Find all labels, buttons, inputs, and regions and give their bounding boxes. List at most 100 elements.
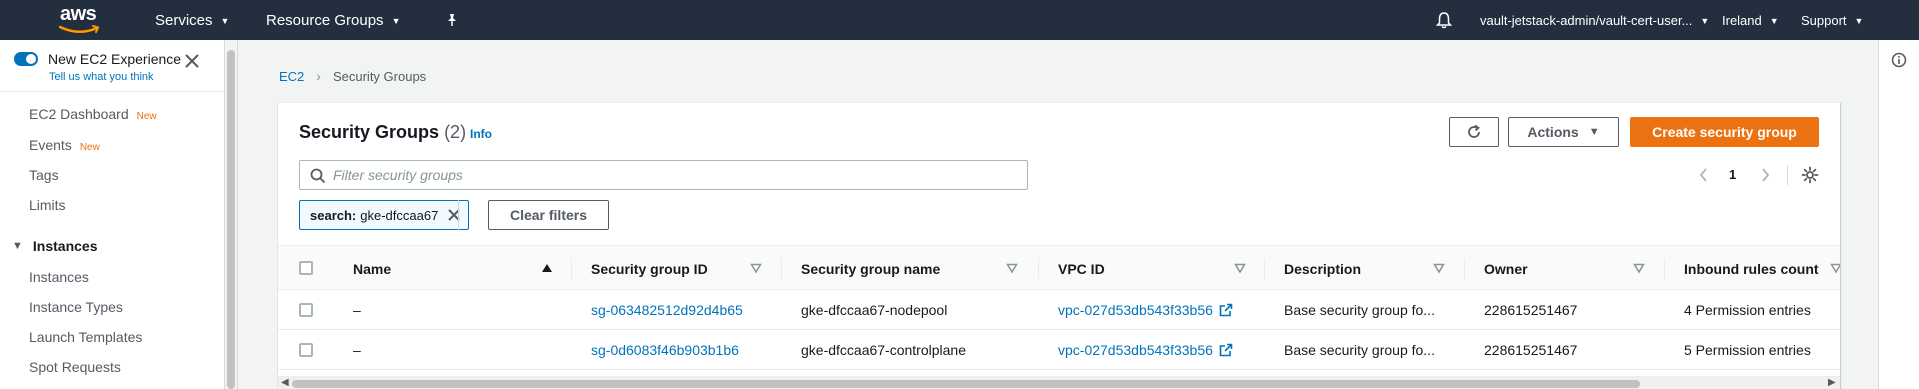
sort-ascending-icon[interactable] xyxy=(541,262,553,274)
sidebar-section-label: Instances xyxy=(32,238,98,254)
resource-groups-menu[interactable]: Resource Groups ▼ xyxy=(266,0,400,40)
help-panel-rail xyxy=(1878,40,1919,389)
cell-description: Base security group fo... xyxy=(1284,342,1435,358)
scroll-left-icon[interactable]: ◀ xyxy=(281,377,289,388)
cell-description: Base security group fo... xyxy=(1284,302,1435,318)
cell-security-group-name: gke-dfccaa67-controlplane xyxy=(801,342,966,358)
info-icon[interactable] xyxy=(1891,52,1907,68)
column-header-description[interactable]: Description xyxy=(1284,246,1361,291)
info-link[interactable]: Info xyxy=(470,127,492,141)
sidebar-item-label: EC2 Dashboard xyxy=(29,106,129,122)
sidebar-item-limits[interactable]: Limits xyxy=(29,197,66,213)
table-horizontal-scrollbar[interactable]: ◀ ▶ xyxy=(278,376,1840,389)
close-icon[interactable] xyxy=(183,52,201,70)
resource-groups-label: Resource Groups xyxy=(266,11,384,29)
region-menu[interactable]: Ireland ▼ xyxy=(1722,0,1779,40)
column-divider[interactable] xyxy=(1464,258,1465,279)
sort-icon[interactable] xyxy=(750,262,762,274)
sort-icon[interactable] xyxy=(1006,262,1018,274)
cell-owner: 228615251467 xyxy=(1484,302,1578,318)
sort-icon[interactable] xyxy=(1234,262,1246,274)
sort-icon[interactable] xyxy=(1433,262,1445,274)
column-header-security-group-name[interactable]: Security group name xyxy=(801,246,940,291)
filter-divider xyxy=(458,200,459,230)
chevron-right-icon: › xyxy=(316,68,321,84)
cell-security-group-id[interactable]: sg-0d6083f46b903b1b6 xyxy=(591,330,739,370)
account-menu[interactable]: vault-jetstack-admin/vault-cert-user... … xyxy=(1480,0,1709,40)
select-all-checkbox[interactable] xyxy=(299,261,313,275)
table-row[interactable]: – sg-0d6083f46b903b1b6 gke-dfccaa67-cont… xyxy=(278,330,1840,370)
column-header-label: Owner xyxy=(1484,260,1528,277)
horizontal-scrollbar-thumb[interactable] xyxy=(292,380,1640,388)
services-menu[interactable]: Services ▼ xyxy=(155,0,229,40)
sidebar-item-instance-types[interactable]: Instance Types xyxy=(29,299,123,315)
cell-vpc-id[interactable]: vpc-027d53db543f33b56 xyxy=(1058,290,1233,330)
sidebar-item-label: Limits xyxy=(29,197,66,213)
column-header-name[interactable]: Name xyxy=(353,246,391,291)
chevron-left-icon[interactable] xyxy=(1698,167,1710,183)
services-label: Services xyxy=(155,11,213,29)
sidebar-item-spot-requests[interactable]: Spot Requests xyxy=(29,359,121,375)
new-experience-toggle[interactable] xyxy=(14,52,38,66)
vpc-id-link[interactable]: vpc-027d53db543f33b56 xyxy=(1058,302,1213,318)
sidebar-item-instances[interactable]: Instances xyxy=(29,269,89,285)
column-divider[interactable] xyxy=(1664,258,1665,279)
filter-token-key: search: xyxy=(310,207,357,223)
column-header-label: Description xyxy=(1284,260,1362,277)
cell-inbound-rules-count: 4 Permission entries xyxy=(1684,302,1811,318)
aws-logo[interactable]: aws xyxy=(58,3,104,37)
column-header-security-group-id[interactable]: Security group ID xyxy=(591,246,708,291)
column-header-inbound-rules-count[interactable]: Inbound rules count xyxy=(1684,246,1819,291)
column-divider[interactable] xyxy=(571,258,572,279)
scroll-right-icon[interactable]: ▶ xyxy=(1828,377,1836,388)
chevron-right-icon[interactable] xyxy=(1759,167,1771,183)
sidebar-item-launch-templates[interactable]: Launch Templates xyxy=(29,329,142,345)
column-header-vpc-id[interactable]: VPC ID xyxy=(1058,246,1105,291)
page-title-text: Security Groups xyxy=(299,122,440,142)
column-header-owner[interactable]: Owner xyxy=(1484,246,1528,291)
table-row[interactable]: – sg-063482512d92d4b65 gke-dfccaa67-node… xyxy=(278,290,1840,330)
row-checkbox[interactable] xyxy=(299,303,313,317)
sidebar-section-instances[interactable]: ▼ Instances xyxy=(12,238,97,254)
search-input[interactable] xyxy=(333,161,1013,189)
search-field[interactable] xyxy=(299,160,1028,190)
sidebar-item-label: Instance Types xyxy=(29,299,123,315)
sort-icon[interactable] xyxy=(1830,262,1840,274)
cell-security-group-id[interactable]: sg-063482512d92d4b65 xyxy=(591,290,743,330)
external-link-icon[interactable] xyxy=(1219,343,1233,357)
caret-down-icon: ▼ xyxy=(12,240,23,252)
column-header-label: Name xyxy=(353,260,392,277)
sort-icon[interactable] xyxy=(1633,262,1645,274)
column-divider[interactable] xyxy=(1264,258,1265,279)
clear-filters-button[interactable]: Clear filters xyxy=(488,200,609,230)
external-link-icon[interactable] xyxy=(1219,303,1233,317)
gear-icon[interactable] xyxy=(1801,166,1819,184)
feedback-link[interactable]: Tell us what you think xyxy=(49,71,154,83)
bell-icon[interactable] xyxy=(1436,0,1452,40)
sidebar-scrollbar-thumb[interactable] xyxy=(227,50,235,389)
breadcrumb-ec2[interactable]: EC2 xyxy=(279,69,304,84)
column-divider[interactable] xyxy=(781,258,782,279)
region-label: Ireland xyxy=(1722,12,1762,28)
close-icon[interactable] xyxy=(447,208,461,222)
new-badge: New xyxy=(79,142,100,153)
cell-vpc-id[interactable]: vpc-027d53db543f33b56 xyxy=(1058,330,1233,370)
top-nav: aws Services ▼ Resource Groups ▼ vault-j… xyxy=(0,0,1919,40)
refresh-button[interactable] xyxy=(1449,117,1499,147)
support-menu[interactable]: Support ▼ xyxy=(1801,0,1863,40)
chevron-down-icon: ▼ xyxy=(220,16,230,26)
sidebar-scrollbar[interactable] xyxy=(225,40,238,389)
row-checkbox[interactable] xyxy=(299,343,313,357)
sidebar-item-tags[interactable]: Tags xyxy=(29,167,59,183)
current-page[interactable]: 1 xyxy=(1729,167,1736,182)
vpc-id-link[interactable]: vpc-027d53db543f33b56 xyxy=(1058,342,1213,358)
sidebar-item-label: Events xyxy=(29,137,72,153)
sidebar-item-events[interactable]: Events New xyxy=(29,137,100,153)
create-security-group-button[interactable]: Create security group xyxy=(1630,117,1819,147)
caret-down-icon: ▼ xyxy=(1588,126,1600,138)
item-count: (2) xyxy=(444,122,467,142)
sidebar-item-ec2-dashboard[interactable]: EC2 Dashboard New xyxy=(29,106,157,122)
column-divider[interactable] xyxy=(1038,258,1039,279)
pin-icon[interactable] xyxy=(445,0,459,40)
actions-button[interactable]: Actions ▼ xyxy=(1508,117,1619,147)
